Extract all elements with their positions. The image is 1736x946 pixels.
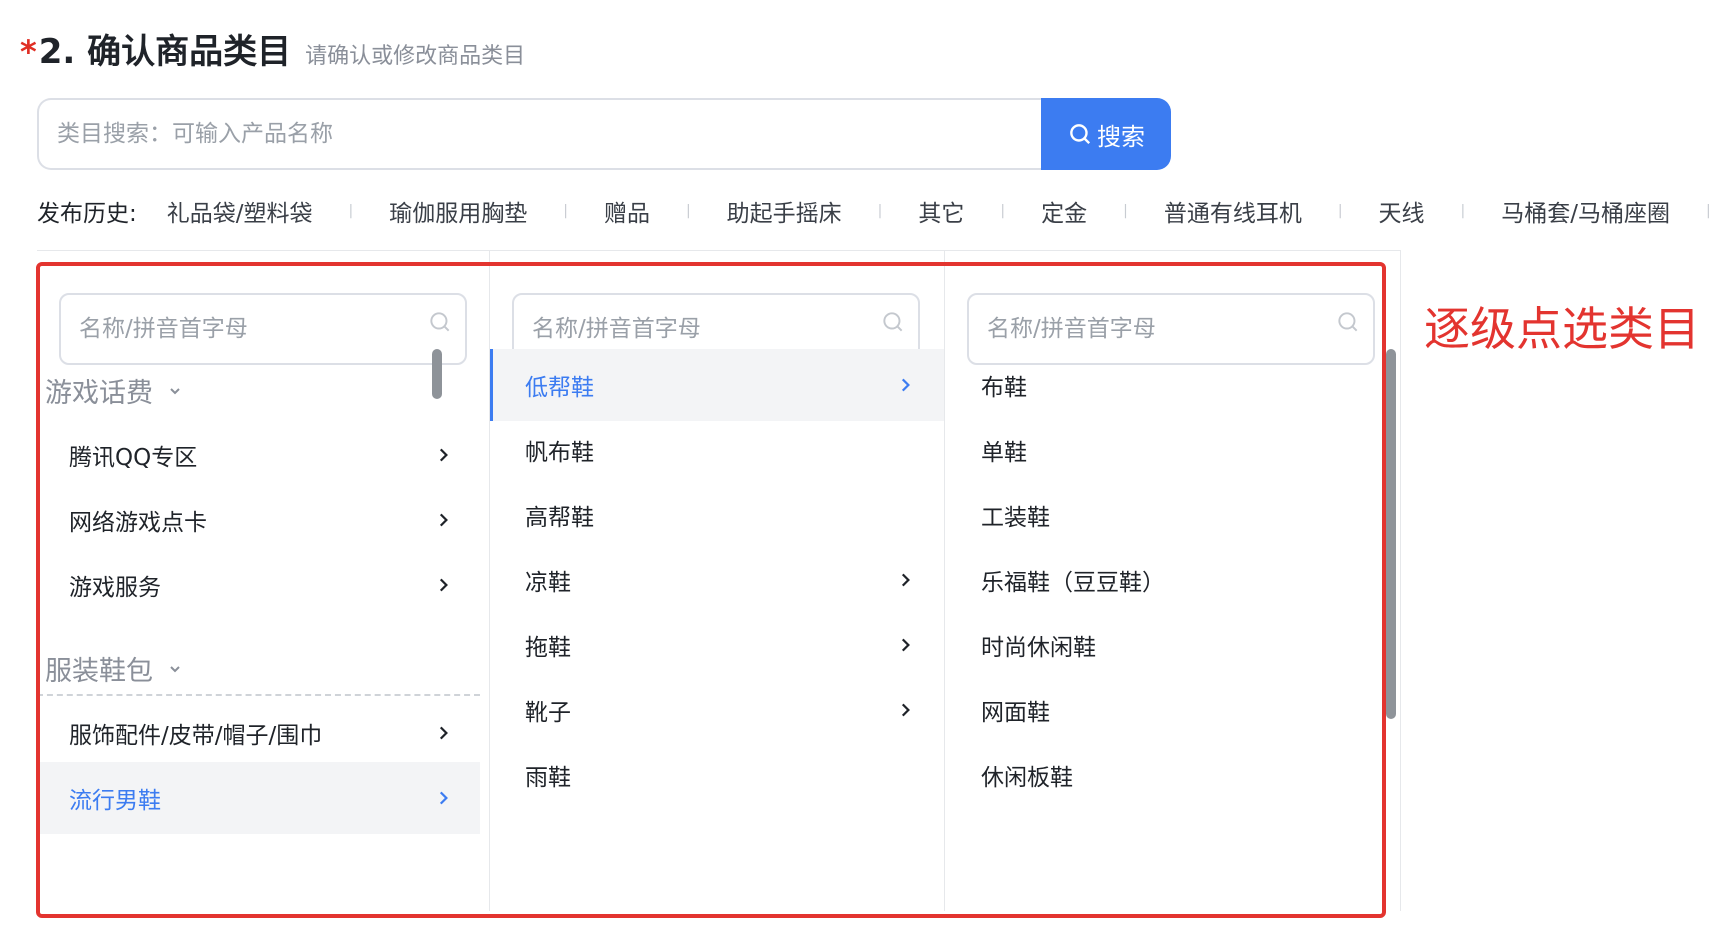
history-item[interactable]: 礼品袋/塑料袋	[167, 194, 313, 228]
chevron-right-icon	[439, 726, 448, 740]
category-item[interactable]: 网面鞋	[945, 674, 1400, 746]
column-scrollbar[interactable]	[1386, 349, 1396, 719]
category-item-label: 布鞋	[981, 375, 1027, 401]
column-filter	[59, 293, 467, 365]
chevron-right-icon	[439, 448, 448, 462]
category-item[interactable]: 服饰配件/皮带/帽子/围巾	[37, 697, 480, 769]
category-search-input[interactable]	[37, 98, 1041, 170]
category-item-label: 流行男鞋	[69, 788, 161, 814]
chevron-right-icon	[439, 578, 448, 592]
search-icon	[1070, 124, 1091, 145]
category-cascader: 游戏话费 腾讯QQ专区 网络游戏点卡 游戏服务 服装鞋包 服饰配件/	[37, 250, 1401, 911]
category-column-level-2: 低帮鞋 帆布鞋 高帮鞋 凉鞋 拖鞋 靴子 雨鞋	[490, 251, 945, 911]
page-title: 2. 确认商品类目	[38, 32, 292, 72]
category-column-level-3: 布鞋 单鞋 工装鞋 乐福鞋（豆豆鞋） 时尚休闲鞋 网面鞋 休闲板鞋	[945, 251, 1401, 911]
category-item[interactable]: 靴子	[490, 674, 944, 746]
search-button-label: 搜索	[1097, 122, 1145, 151]
category-item-label: 休闲板鞋	[981, 765, 1073, 791]
history-item[interactable]: 其它	[918, 194, 964, 228]
history-item[interactable]: 赠品	[604, 194, 650, 228]
column-filter-input[interactable]	[532, 316, 900, 342]
category-item[interactable]: 凉鞋	[490, 544, 944, 616]
search-icon	[430, 312, 450, 332]
history-label: 发布历史:	[37, 201, 137, 227]
group-header-label: 游戏话费	[45, 378, 153, 409]
history-divider: |	[348, 203, 354, 219]
category-item[interactable]: 帆布鞋	[490, 414, 944, 486]
category-search-bar: 搜索	[37, 98, 1171, 170]
history-divider: |	[1706, 203, 1711, 219]
chevron-right-icon	[901, 638, 910, 652]
category-item[interactable]: 布鞋	[945, 349, 1400, 421]
category-item-label: 时尚休闲鞋	[981, 635, 1096, 661]
category-item-label: 工装鞋	[981, 505, 1050, 531]
category-item[interactable]: 拖鞋	[490, 609, 944, 681]
search-icon	[883, 312, 903, 332]
search-button[interactable]: 搜索	[1041, 98, 1171, 170]
category-item-label: 帆布鞋	[525, 440, 594, 466]
search-icon	[1338, 312, 1358, 332]
group-divider	[37, 694, 480, 696]
category-item-label: 乐福鞋（豆豆鞋）	[981, 570, 1165, 596]
category-item-label: 凉鞋	[525, 570, 571, 596]
chevron-right-icon	[901, 703, 910, 717]
annotation-label: 逐级点选类目	[1424, 302, 1700, 356]
section-title: * 2. 确认商品类目 请确认或修改商品类目	[20, 24, 525, 73]
chevron-right-icon	[439, 513, 448, 527]
category-item[interactable]: 单鞋	[945, 414, 1400, 486]
history-divider: |	[877, 203, 883, 219]
chevron-right-icon	[439, 791, 448, 805]
category-item-label: 网络游戏点卡	[69, 510, 207, 536]
category-column-level-1: 游戏话费 腾讯QQ专区 网络游戏点卡 游戏服务 服装鞋包 服饰配件/	[37, 251, 490, 911]
category-item[interactable]: 游戏服务	[37, 549, 480, 621]
group-header[interactable]: 服装鞋包	[45, 649, 183, 688]
column-filter-input[interactable]	[79, 316, 447, 342]
required-mark: *	[20, 33, 37, 71]
chevron-right-icon	[901, 573, 910, 587]
category-item-label: 高帮鞋	[525, 505, 594, 531]
category-confirm-page: * 2. 确认商品类目 请确认或修改商品类目 搜索 发布历史: 礼品袋/塑料袋 …	[0, 0, 1736, 946]
history-item[interactable]: 助起手摇床	[727, 194, 842, 228]
category-item-label: 雨鞋	[525, 765, 571, 791]
category-item[interactable]: 网络游戏点卡	[37, 484, 480, 556]
history-item[interactable]: 定金	[1041, 194, 1087, 228]
history-divider: |	[1123, 203, 1128, 219]
chevron-down-icon	[170, 665, 180, 672]
category-item-label: 靴子	[525, 700, 571, 726]
category-item-label: 游戏服务	[69, 575, 161, 601]
history-divider: |	[685, 203, 691, 219]
category-item-label: 腾讯QQ专区	[69, 445, 198, 471]
category-item-label: 单鞋	[981, 440, 1027, 466]
category-item[interactable]: 高帮鞋	[490, 479, 944, 551]
history-item[interactable]: 普通有线耳机	[1164, 194, 1302, 228]
category-item[interactable]: 时尚休闲鞋	[945, 609, 1400, 681]
history-divider: |	[1460, 203, 1466, 219]
category-item-label: 低帮鞋	[525, 375, 594, 401]
category-item-label: 服饰配件/皮带/帽子/围巾	[69, 723, 323, 749]
category-item-label: 网面鞋	[981, 700, 1050, 726]
publish-history: 发布历史: 礼品袋/塑料袋 | 瑜伽服用胸垫 | 赠品 | 助起手摇床 | 其它…	[37, 194, 1736, 228]
column-scrollbar[interactable]	[432, 349, 442, 399]
category-item-label: 拖鞋	[525, 635, 571, 661]
history-divider: |	[563, 203, 568, 219]
title-hint: 请确认或修改商品类目	[305, 44, 526, 69]
category-item[interactable]: 休闲板鞋	[945, 739, 1400, 811]
history-item[interactable]: 瑜伽服用胸垫	[389, 194, 527, 228]
category-item[interactable]: 乐福鞋（豆豆鞋）	[945, 544, 1400, 616]
group-header-label: 服装鞋包	[45, 656, 153, 687]
group-header[interactable]: 游戏话费	[45, 371, 183, 410]
chevron-down-icon	[170, 387, 180, 394]
column-filter-input[interactable]	[987, 316, 1355, 342]
category-item[interactable]: 工装鞋	[945, 479, 1400, 551]
history-divider: |	[1000, 203, 1006, 219]
category-item[interactable]: 腾讯QQ专区	[37, 419, 480, 491]
category-item[interactable]: 雨鞋	[490, 739, 944, 811]
category-item-selected[interactable]: 低帮鞋	[490, 349, 944, 421]
chevron-right-icon	[901, 378, 910, 392]
category-item-selected[interactable]: 流行男鞋	[37, 762, 480, 834]
history-item[interactable]: 天线	[1379, 194, 1425, 228]
history-divider: |	[1337, 203, 1343, 219]
history-item[interactable]: 马桶套/马桶座圈	[1501, 194, 1670, 228]
